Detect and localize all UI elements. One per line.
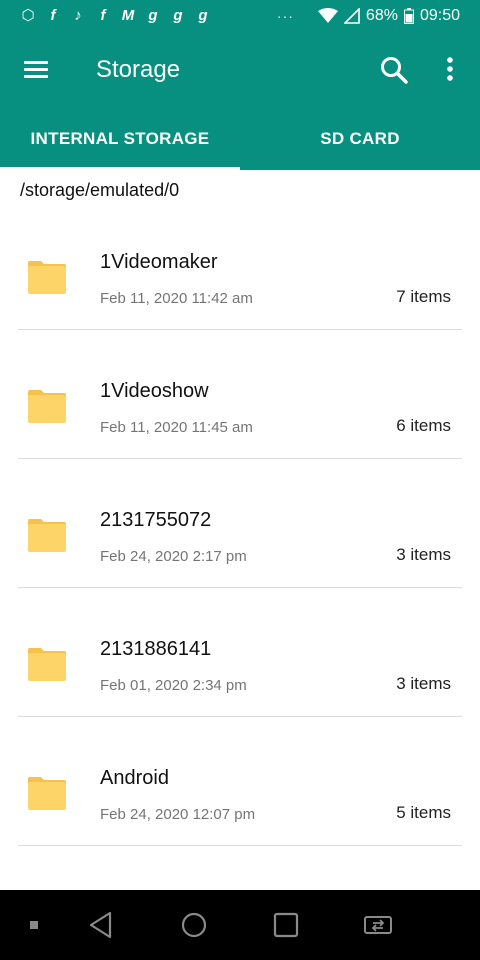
g-app-icon: g (198, 7, 208, 24)
divider (18, 845, 462, 846)
more-vert-icon (447, 57, 453, 81)
tab-internal-storage[interactable]: INTERNAL STORAGE (0, 108, 240, 170)
list-item[interactable]: 2131886141 Feb 01, 2020 2:34 pm 3 items (0, 588, 480, 717)
battery-icon (403, 8, 414, 24)
menu-icon-line (24, 61, 48, 64)
list-item[interactable]: 1Videomaker Feb 11, 2020 11:42 am 7 item… (0, 201, 480, 330)
back-button[interactable] (86, 910, 118, 940)
signal-icon (343, 8, 360, 24)
storage-tabs: INTERNAL STORAGE SD CARD (0, 108, 480, 170)
dot-icon[interactable] (18, 910, 50, 940)
item-count: 7 items (396, 287, 451, 306)
file-date: Feb 24, 2020 2:17 pm (100, 548, 247, 565)
folder-icon (28, 519, 66, 552)
notification-icons: ⬡ f ♪ f M g g g (20, 6, 211, 26)
file-name: 1Videoshow (100, 380, 209, 402)
file-date: Feb 11, 2020 11:45 am (100, 419, 253, 436)
search-button[interactable] (378, 54, 410, 86)
tab-indicator (0, 167, 240, 170)
g-app-icon: g (148, 7, 158, 24)
tab-sd-card[interactable]: SD CARD (240, 108, 480, 170)
file-date: Feb 24, 2020 12:07 pm (100, 806, 256, 823)
tiktok-icon: ♪ (74, 7, 82, 24)
item-count: 6 items (396, 416, 451, 435)
file-date: Feb 11, 2020 11:42 am (100, 290, 253, 307)
breadcrumb-path: /storage/emulated/0 (20, 180, 180, 200)
item-count: 3 items (396, 545, 451, 564)
system-navigation-bar (0, 890, 480, 960)
m-app-icon: M (121, 7, 135, 24)
item-count: 5 items (396, 803, 451, 822)
file-date: Feb 01, 2020 2:34 pm (100, 677, 247, 694)
system-indicators: ··· 68% 09:50 (277, 6, 460, 26)
menu-icon-line (24, 75, 48, 78)
menu-icon-line (24, 68, 48, 71)
folder-icon (28, 390, 66, 423)
list-item[interactable]: 1Videoshow Feb 11, 2020 11:45 am 6 items (0, 330, 480, 459)
search-icon (381, 57, 408, 84)
recents-button[interactable] (270, 910, 302, 940)
wifi-icon (317, 8, 338, 23)
vpn-icon: ⬡ (21, 7, 35, 24)
page-title: Storage (96, 56, 181, 83)
file-name: 1Videomaker (100, 251, 218, 273)
file-name: 2131886141 (100, 638, 212, 660)
item-count: 3 items (396, 674, 451, 693)
app-bar: Storage (0, 32, 480, 108)
file-list: 1Videomaker Feb 11, 2020 11:42 am 7 item… (0, 201, 480, 846)
file-name: 2131755072 (100, 509, 212, 531)
overflow-indicator: ··· (276, 8, 294, 24)
battery-percent: 68% (365, 7, 398, 24)
clock: 09:50 (419, 7, 460, 24)
folder-icon (28, 648, 66, 681)
folder-icon (28, 261, 66, 294)
switch-app-icon[interactable] (362, 910, 394, 940)
home-button[interactable] (178, 910, 210, 940)
g-app-icon: g (173, 7, 183, 24)
list-item[interactable]: Android Feb 24, 2020 12:07 pm 5 items (0, 717, 480, 846)
list-item[interactable]: 2131755072 Feb 24, 2020 2:17 pm 3 items (0, 459, 480, 588)
more-options-button[interactable] (438, 54, 462, 86)
file-name: Android (100, 767, 169, 789)
facebook-icon: f (100, 7, 106, 24)
folder-icon (28, 777, 66, 810)
menu-button[interactable] (22, 56, 52, 84)
facebook-icon: f (50, 7, 56, 24)
status-bar: ⬡ f ♪ f M g g g ··· 68% 09:50 (0, 0, 480, 32)
